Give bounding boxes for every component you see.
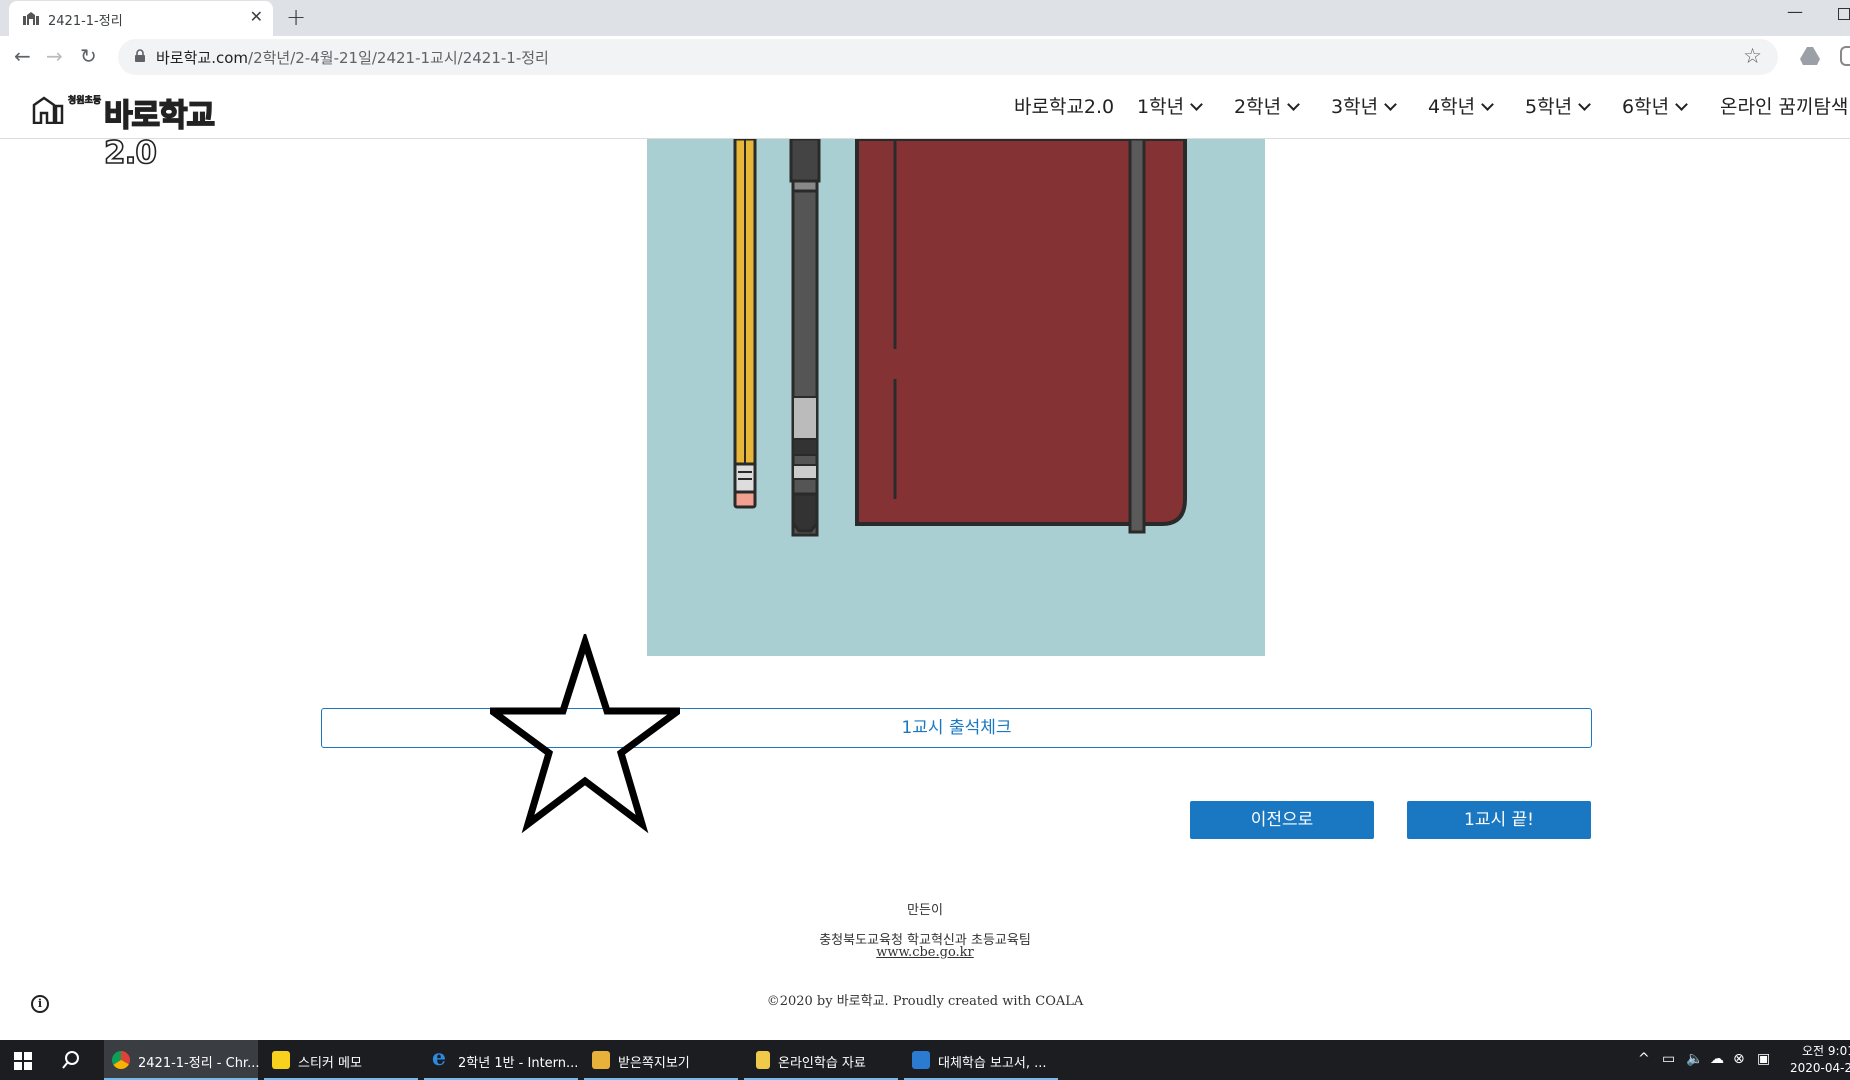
chevron-down-icon <box>1675 98 1688 111</box>
taskbar-item-label: 2학년 1반 - Intern... <box>458 1056 579 1071</box>
status-blocked-icon[interactable]: ⊗ <box>1733 1051 1745 1067</box>
sticky-notes-icon <box>272 1051 290 1069</box>
nav-item-grade3[interactable]: 3학년 <box>1331 92 1397 119</box>
tray-chevron-up-icon[interactable]: ^ <box>1638 1051 1650 1067</box>
pen-icon <box>789 139 821 537</box>
pencil-icon <box>733 139 757 509</box>
forward-arrow-icon[interactable]: → <box>46 44 63 68</box>
browser-toolbar: ← → ↻ 바로학교.com/2학년/2-4월-21일/2421-1교시/242… <box>0 36 1850 78</box>
nav-label: 온라인 꿈끼탐색 <box>1720 96 1849 118</box>
nav-item-home[interactable]: 바로학교2.0 <box>1014 92 1114 119</box>
browser-tab-strip: 2421-1-정리 ✕ + — <box>0 0 1850 36</box>
taskbar-item-label: 온라인학습 자료 <box>778 1056 866 1071</box>
clock-date: 2020-04-2 <box>1790 1061 1850 1075</box>
window-restore-icon[interactable] <box>1838 8 1850 20</box>
nav-label: 2학년 <box>1234 96 1282 118</box>
tab-title: 2421-1-정리 <box>48 14 123 29</box>
taskbar-item-label: 대체학습 보고서, ... <box>938 1056 1047 1071</box>
nav-item-online-explore[interactable]: 온라인 꿈끼탐색 <box>1720 92 1848 119</box>
reload-icon[interactable]: ↻ <box>80 44 97 68</box>
footer-copyright: ©2020 by 바로학교. Proudly created with COAL… <box>766 994 1084 1009</box>
nav-item-grade6[interactable]: 6학년 <box>1622 92 1688 119</box>
nav-label: 1학년 <box>1137 96 1185 118</box>
new-tab-icon[interactable]: + <box>286 3 306 31</box>
windows-taskbar: 2421-1-정리 - Chr... 스티커 메모 e 2학년 1반 - Int… <box>0 1040 1850 1080</box>
school-logo-icon <box>32 96 64 124</box>
chevron-down-icon <box>1287 98 1300 111</box>
url-path: /2학년/2-4월-21일/2421-1교시/2421-1-정리 <box>248 49 549 67</box>
url-text: 바로학교.com/2학년/2-4월-21일/2421-1교시/2421-1-정리 <box>156 47 549 68</box>
footer-website-link[interactable]: www.cbe.go.kr <box>876 945 974 960</box>
onedrive-icon[interactable]: ☁ <box>1710 1051 1724 1067</box>
message-icon <box>592 1051 610 1069</box>
volume-icon[interactable]: 🔈 <box>1686 1051 1703 1067</box>
clock-time: 오전 9:01 <box>1802 1044 1850 1058</box>
logo-school-name: 청원초등 <box>68 96 102 107</box>
taskbar-item-internet-explorer[interactable]: e 2학년 1반 - Intern... <box>424 1040 578 1080</box>
browser-tab[interactable]: 2421-1-정리 ✕ <box>9 1 273 36</box>
chevron-down-icon <box>1578 98 1591 111</box>
nav-label: 바로학교2.0 <box>1014 96 1115 118</box>
taskbar-item-folder[interactable]: 온라인학습 자료 <box>744 1040 898 1080</box>
nav-item-grade4[interactable]: 4학년 <box>1428 92 1494 119</box>
site-logo[interactable]: 청원초등 바로학교2.0 <box>32 90 262 172</box>
internet-explorer-icon: e <box>432 1045 446 1071</box>
taskbar-item-label: 2421-1-정리 - Chr... <box>138 1056 260 1071</box>
profile-icon[interactable] <box>1840 46 1850 66</box>
chevron-down-icon <box>1190 98 1203 111</box>
search-icon[interactable] <box>62 1051 80 1069</box>
site-header: 청원초등 바로학교2.0 바로학교2.0 1학년 2학년 3학년 4학년 5학년… <box>0 78 1850 172</box>
system-clock[interactable]: 오전 9:01 2020-04-2 <box>1790 1043 1850 1077</box>
chevron-down-icon <box>1481 98 1494 111</box>
windows-start-icon[interactable] <box>14 1052 32 1070</box>
taskbar-item-messages[interactable]: 받은쪽지보기 <box>584 1040 738 1080</box>
network-icon[interactable]: ▭ <box>1662 1051 1675 1067</box>
lesson-end-button[interactable]: 1교시 끝! <box>1407 801 1591 839</box>
nav-label: 4학년 <box>1428 96 1476 118</box>
nav-label: 3학년 <box>1331 96 1379 118</box>
taskbar-item-hwp[interactable]: 대체학습 보고서, ... <box>904 1040 1058 1080</box>
ime-icon[interactable]: ▣ <box>1757 1051 1770 1067</box>
nav-item-grade2[interactable]: 2학년 <box>1234 92 1300 119</box>
stationery-illustration <box>733 139 1187 537</box>
window-minimize-icon[interactable]: — <box>1787 2 1803 21</box>
notebook-icon <box>855 139 1187 534</box>
nav-label: 6학년 <box>1622 96 1670 118</box>
nav-item-grade1[interactable]: 1학년 <box>1137 92 1203 119</box>
taskbar-item-chrome[interactable]: 2421-1-정리 - Chr... <box>104 1040 260 1080</box>
site-favicon-icon <box>23 12 39 25</box>
taskbar-item-label: 스티커 메모 <box>298 1056 362 1071</box>
folder-icon <box>756 1051 770 1069</box>
lock-icon <box>135 49 145 62</box>
info-icon[interactable]: i <box>31 995 49 1013</box>
nav-item-grade5[interactable]: 5학년 <box>1525 92 1591 119</box>
footer-maker-heading: 만든이 <box>907 903 943 918</box>
taskbar-item-label: 받은쪽지보기 <box>618 1056 690 1071</box>
hwp-icon <box>912 1051 930 1069</box>
tab-close-icon[interactable]: ✕ <box>250 7 263 26</box>
address-bar[interactable]: 바로학교.com/2학년/2-4월-21일/2421-1교시/2421-1-정리… <box>118 39 1778 75</box>
back-arrow-icon[interactable]: ← <box>14 44 31 68</box>
star-icon <box>490 634 680 834</box>
nav-label: 5학년 <box>1525 96 1573 118</box>
lesson-illustration <box>647 139 1265 656</box>
chrome-icon <box>112 1051 130 1069</box>
url-host: 바로학교.com <box>156 49 249 67</box>
chevron-down-icon <box>1384 98 1397 111</box>
google-drive-icon[interactable] <box>1800 47 1820 65</box>
bookmark-star-icon[interactable]: ☆ <box>1743 44 1762 68</box>
taskbar-item-sticky-notes[interactable]: 스티커 메모 <box>264 1040 418 1080</box>
logo-text: 바로학교2.0 <box>103 97 216 172</box>
previous-button[interactable]: 이전으로 <box>1190 801 1374 839</box>
